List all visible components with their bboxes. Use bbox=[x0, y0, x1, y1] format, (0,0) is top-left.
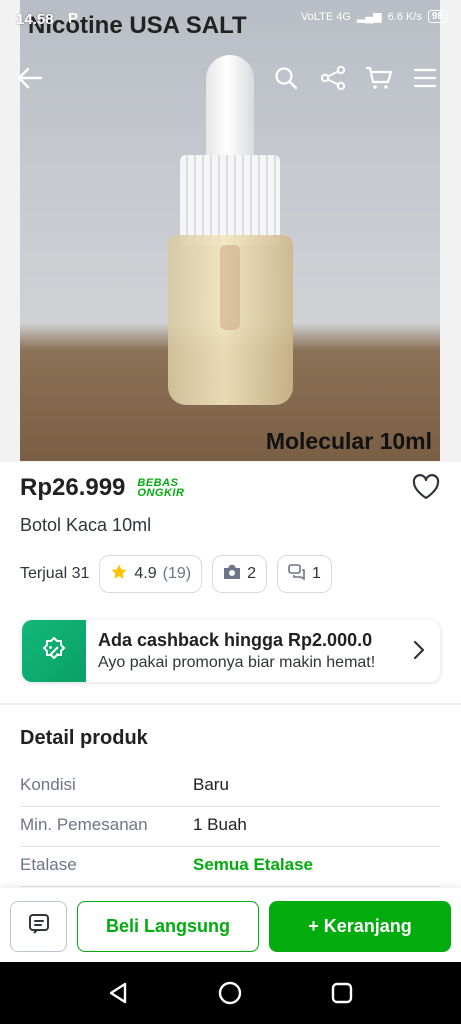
bottle-body bbox=[168, 235, 293, 405]
detail-label: Etalase bbox=[20, 855, 77, 874]
section-divider bbox=[0, 703, 461, 705]
discussion-chip[interactable]: 1 bbox=[276, 555, 332, 593]
menu-icon[interactable] bbox=[405, 56, 445, 100]
product-price: Rp26.999 bbox=[20, 474, 126, 501]
nav-home-icon[interactable] bbox=[216, 979, 244, 1007]
product-stats: Terjual 31 4.9 (19) 2 1 bbox=[20, 555, 342, 593]
share-icon[interactable] bbox=[313, 56, 353, 100]
wishlist-heart-icon[interactable] bbox=[412, 474, 440, 505]
status-bar: 14.58 P VoLTE 4G ▂▄▆ 6.6 K/s 98 bbox=[0, 0, 461, 38]
network-label: VoLTE 4G bbox=[300, 10, 351, 23]
cashback-title: Ada cashback hingga Rp2.000.0 bbox=[98, 630, 373, 650]
detail-row-min-order: Min. Pemesanan 1 Buah bbox=[20, 807, 440, 847]
detail-row-condition: Kondisi Baru bbox=[20, 767, 440, 807]
rating-count: (19) bbox=[162, 565, 192, 582]
discussion-count: 1 bbox=[311, 565, 321, 582]
rating-chip[interactable]: 4.9 (19) bbox=[99, 555, 203, 593]
etalase-link[interactable]: Semua Etalase bbox=[193, 855, 313, 875]
app-bar bbox=[0, 56, 461, 100]
system-nav-bar bbox=[0, 962, 461, 1024]
chat-icon bbox=[28, 913, 50, 940]
detail-label: Min. Pemesanan bbox=[20, 815, 148, 834]
speed-label: 6.6 K/s bbox=[387, 10, 422, 23]
cart-icon[interactable] bbox=[359, 56, 399, 100]
nav-recents-icon[interactable] bbox=[328, 979, 356, 1007]
chat-bubbles-icon bbox=[288, 563, 306, 585]
back-arrow-icon[interactable] bbox=[10, 56, 50, 100]
promo-percent-icon bbox=[22, 620, 86, 682]
cashback-banner[interactable]: Ada cashback hingga Rp2.000.0 Ayo pakai … bbox=[22, 620, 440, 682]
search-icon[interactable] bbox=[266, 56, 306, 100]
free-shipping-badge: BEBAS ONGKIR bbox=[137, 477, 185, 499]
detail-title: Detail produk bbox=[20, 727, 148, 749]
chat-seller-button[interactable] bbox=[10, 901, 67, 952]
status-time: 14.58 bbox=[16, 11, 54, 28]
camera-icon bbox=[223, 564, 241, 585]
product-name: Botol Kaca 10ml bbox=[20, 515, 152, 535]
chevron-right-icon bbox=[412, 638, 426, 667]
sold-count: Terjual 31 bbox=[20, 565, 90, 582]
photo-bottom-text: Molecular 10ml bbox=[265, 428, 432, 454]
nav-back-icon[interactable] bbox=[104, 979, 132, 1007]
cashback-subtitle: Ayo pakai promonya biar makin hemat! bbox=[98, 654, 376, 671]
bottom-action-bar: Beli Langsung + Keranjang bbox=[0, 888, 461, 962]
buy-now-button[interactable]: Beli Langsung bbox=[77, 901, 259, 952]
detail-row-etalase: Etalase Semua Etalase bbox=[20, 847, 440, 887]
star-icon bbox=[110, 563, 128, 586]
rating-value: 4.9 bbox=[134, 565, 157, 582]
signal-icon: ▂▄▆ bbox=[356, 11, 382, 23]
notification-icon: P bbox=[68, 10, 79, 27]
product-page: Nicotine USA SALT Molecular 10ml 14.58 P… bbox=[0, 0, 461, 1024]
detail-label: Kondisi bbox=[20, 775, 76, 794]
detail-value: Baru bbox=[193, 775, 229, 794]
price-row: Rp26.999 BEBAS ONGKIR bbox=[20, 472, 440, 504]
photo-review-chip[interactable]: 2 bbox=[212, 555, 267, 593]
detail-value: 1 Buah bbox=[193, 815, 247, 834]
product-image-area: Nicotine USA SALT Molecular 10ml 14.58 P… bbox=[0, 0, 461, 462]
add-to-cart-button[interactable]: + Keranjang bbox=[269, 901, 451, 952]
battery-icon: 98 bbox=[427, 10, 447, 23]
photo-review-count: 2 bbox=[247, 565, 256, 582]
